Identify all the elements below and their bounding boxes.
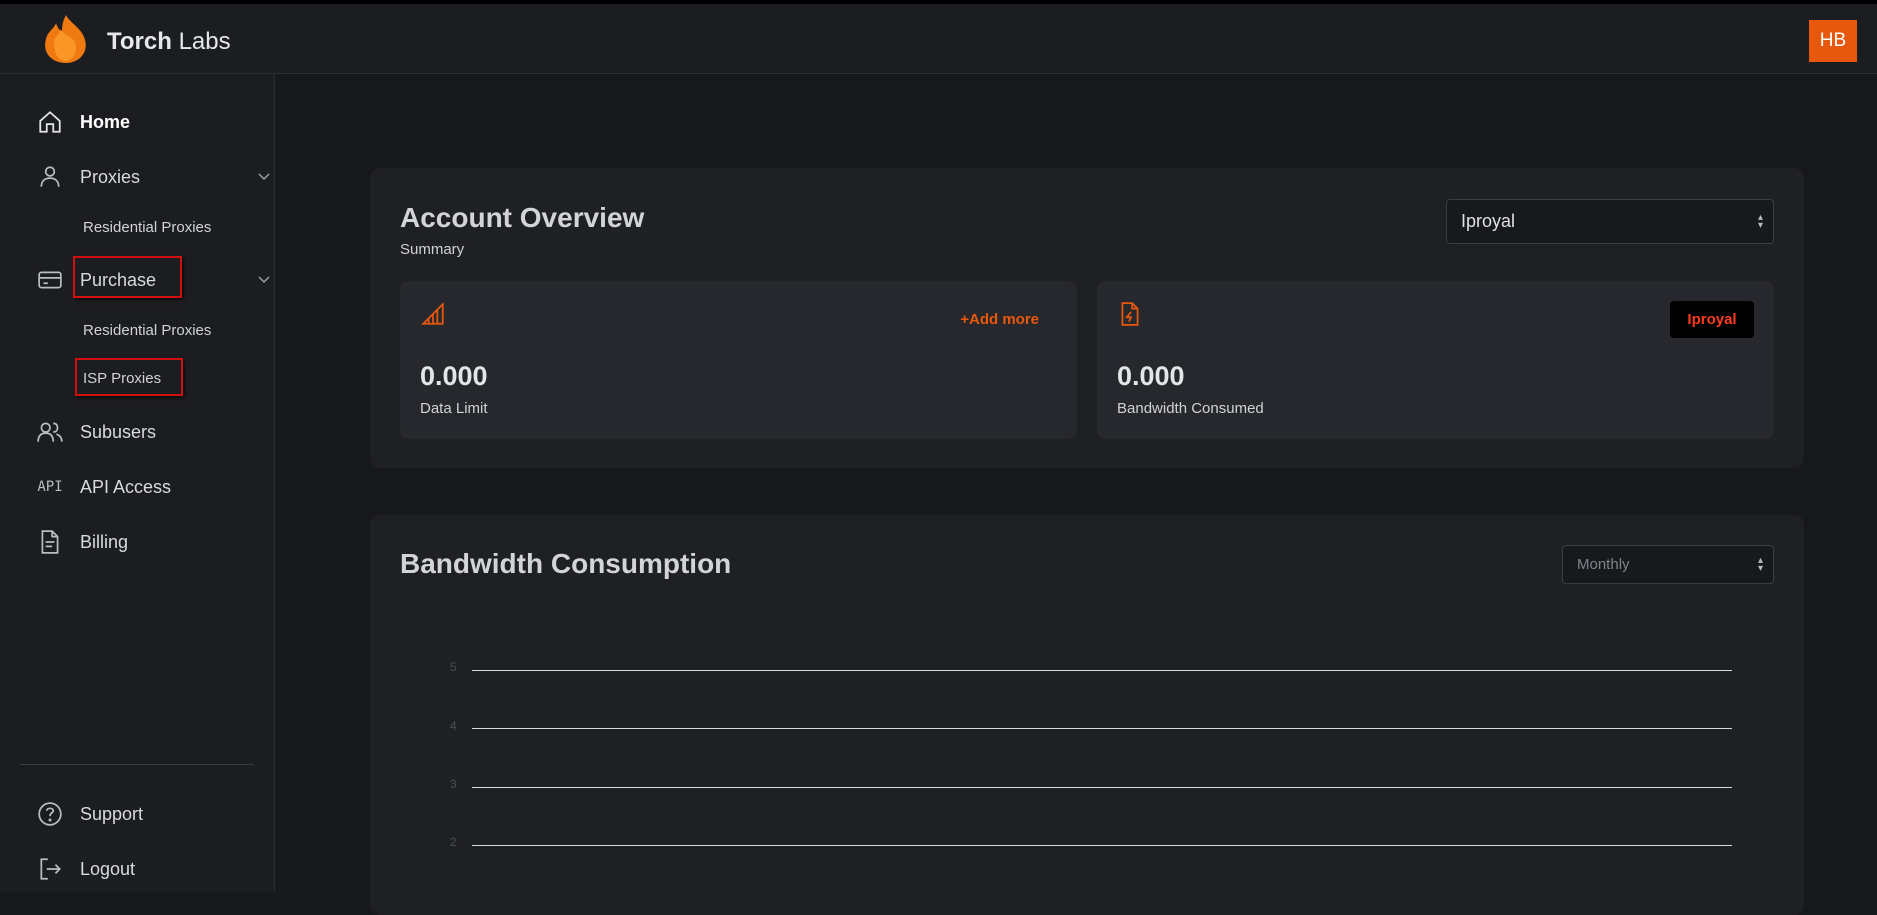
sidebar-item-support[interactable]: Support — [36, 798, 143, 830]
highlight-box-purchase — [73, 256, 182, 298]
brand-bold: Torch — [107, 28, 172, 55]
document-icon — [36, 528, 64, 556]
bandwidth-consumed-card: Iproyal 0.000 Bandwidth Consumed — [1097, 281, 1774, 439]
signal-bars-icon — [420, 301, 446, 332]
gridline — [472, 787, 1732, 788]
sidebar-item-subusers[interactable]: Subusers — [36, 416, 156, 448]
bandwidth-consumption-card: Bandwidth Consumption Monthly ▴ ▾ — [370, 515, 1804, 915]
sidebar-item-home[interactable]: Home — [36, 106, 130, 138]
period-select[interactable]: Monthly ▴ ▾ — [1562, 545, 1774, 584]
select-arrows-icon: ▴ ▾ — [1757, 211, 1763, 231]
top-bar: Torch Labs HB — [0, 0, 1877, 74]
credit-card-icon — [36, 266, 64, 294]
data-limit-value: 0.000 — [420, 361, 488, 391]
logout-icon — [36, 855, 64, 883]
sidebar-subitem-purchase-residential[interactable]: Residential Proxies — [83, 322, 211, 339]
add-more-button[interactable]: +Add more — [960, 311, 1039, 328]
sidebar-item-label: Logout — [80, 858, 136, 879]
gridline — [472, 845, 1732, 846]
select-arrows-icon: ▴ ▾ — [1757, 554, 1763, 574]
account-overview-title: Account Overview — [400, 202, 645, 233]
sidebar-item-purchase[interactable]: Purchase — [36, 264, 270, 296]
y-tick-label: 3 — [450, 777, 457, 791]
period-select-value: Monthly — [1577, 556, 1630, 573]
users-icon — [36, 418, 64, 446]
sidebar-item-label: Proxies — [80, 166, 141, 187]
brand-name[interactable]: Torch Labs — [107, 28, 231, 56]
sidebar-item-label: Home — [80, 111, 131, 132]
highlight-box-isp-proxies — [75, 358, 183, 396]
provider-select[interactable]: Iproyal ▴ ▾ — [1446, 199, 1774, 244]
y-tick-label: 4 — [450, 719, 457, 733]
bandwidth-value: 0.000 — [1117, 361, 1185, 391]
sidebar-item-label: API Access — [80, 476, 172, 497]
bandwidth-caption: Bandwidth Consumed — [1117, 400, 1264, 417]
sidebar-divider — [20, 764, 254, 765]
home-icon — [36, 108, 64, 136]
provider-badge[interactable]: Iproyal — [1670, 301, 1754, 338]
bandwidth-consumption-title: Bandwidth Consumption — [400, 548, 732, 579]
account-overview-card: Account Overview Summary Iproyal ▴ ▾ +Add… — [370, 168, 1804, 468]
sidebar-item-label: Support — [80, 803, 144, 824]
sidebar-item-proxies[interactable]: Proxies — [36, 161, 270, 193]
data-limit-caption: Data Limit — [420, 400, 488, 417]
file-bolt-icon — [1117, 301, 1143, 332]
y-tick-label: 2 — [450, 835, 457, 849]
sidebar-item-billing[interactable]: Billing — [36, 526, 128, 558]
sidebar-item-label: Subusers — [80, 421, 157, 442]
chevron-down-icon[interactable] — [258, 168, 270, 186]
chevron-down-icon[interactable] — [258, 271, 270, 289]
sidebar: Home Proxies Residential Proxies Purchas… — [0, 74, 275, 892]
account-overview-subtitle: Summary — [400, 241, 465, 258]
y-tick-label: 5 — [450, 660, 457, 674]
flame-logo-icon[interactable] — [40, 13, 92, 65]
sidebar-item-label: Billing — [80, 531, 129, 552]
gridline — [472, 728, 1732, 729]
sidebar-item-api-access[interactable]: API API Access — [36, 471, 171, 503]
user-avatar[interactable]: HB — [1809, 20, 1857, 62]
sidebar-subitem-proxies-residential[interactable]: Residential Proxies — [83, 219, 211, 236]
provider-select-value: Iproyal — [1461, 211, 1516, 231]
user-icon — [36, 163, 64, 191]
gridline — [472, 670, 1732, 671]
help-icon — [36, 800, 64, 828]
api-icon: API — [37, 479, 63, 495]
sidebar-item-logout[interactable]: Logout — [36, 853, 135, 885]
brand-light: Labs — [178, 28, 231, 55]
data-limit-card: +Add more 0.000 Data Limit — [400, 281, 1077, 439]
